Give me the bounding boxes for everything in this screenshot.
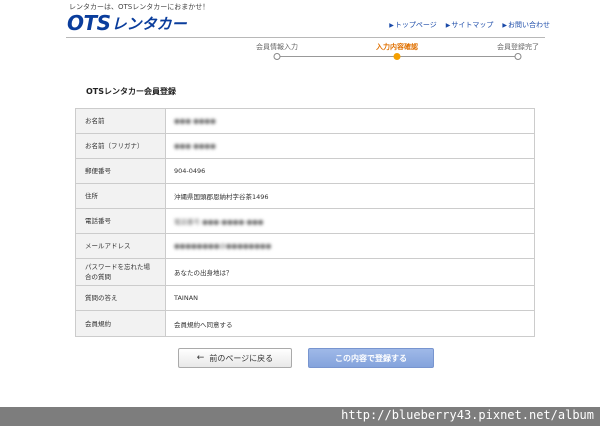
step-label-complete: 会員登録完了 xyxy=(497,43,539,51)
table-row-furigana: お名前（フリガナ） ●●● ●●●● xyxy=(76,134,534,159)
nav-link-top-page[interactable]: ▶ トップページ xyxy=(389,20,437,30)
nav-link-label: お問い合わせ xyxy=(508,21,550,29)
nav-link-label: サイトマップ xyxy=(451,21,494,29)
logo-ots-text: OTS xyxy=(67,11,111,35)
registration-confirm-table: お名前 ●●● ●●●● お名前（フリガナ） ●●● ●●●● 郵便番号 904… xyxy=(75,108,535,337)
back-button[interactable]: ← 前のページに戻る xyxy=(178,348,292,368)
row-value-redacted: ●●●●●●●●@●●●●●●●● xyxy=(174,242,272,250)
top-nav: ▶ トップページ ▶ サイトマップ ▶ お問い合わせ xyxy=(389,20,550,30)
row-label: パスワードを忘れた場合の質問 xyxy=(76,259,166,285)
page-title: OTSレンタカー会員登録 xyxy=(86,87,177,96)
row-value-redacted: 電話番号 ●●●-●●●●-●●● xyxy=(174,218,264,226)
table-row-security-answer: 質問の答え TAINAN xyxy=(76,286,534,311)
table-row-terms: 会員規約 会員規約へ同意する xyxy=(76,311,534,336)
row-value: 沖縄県国頭郡恩納村字谷茶1496 xyxy=(174,193,269,201)
step-dot-input xyxy=(273,53,281,60)
row-label: 住所 xyxy=(76,184,166,208)
row-label: メールアドレス xyxy=(76,234,166,258)
confirm-button-label: この内容で登録する xyxy=(335,353,407,363)
logo-rentacar-text: レンタカー xyxy=(111,15,187,33)
step-label-input: 会員情報入力 xyxy=(256,43,298,51)
step-dot-confirm xyxy=(393,53,401,60)
table-row-name: お名前 ●●● ●●●● xyxy=(76,109,534,134)
nav-link-label: トップページ xyxy=(394,21,437,29)
row-label: 質問の答え xyxy=(76,286,166,310)
row-label: 郵便番号 xyxy=(76,159,166,183)
nav-link-contact[interactable]: ▶ お問い合わせ xyxy=(502,20,550,30)
step-label-confirm: 入力内容確認 xyxy=(376,43,418,51)
back-button-label: 前のページに戻る xyxy=(209,353,274,363)
step-dot-complete xyxy=(514,53,522,60)
header-divider xyxy=(66,37,545,38)
row-value: 会員規約へ同意する xyxy=(174,320,233,329)
nav-link-sitemap[interactable]: ▶ サイトマップ xyxy=(446,20,494,30)
table-row-phone: 電話番号 電話番号 ●●●-●●●●-●●● xyxy=(76,209,534,234)
watermark-bar: http://blueberry43.pixnet.net/album xyxy=(0,407,600,426)
table-row-email: メールアドレス ●●●●●●●●@●●●●●●●● xyxy=(76,234,534,259)
arrow-right-icon: ▶ xyxy=(502,21,507,29)
watermark-url: http://blueberry43.pixnet.net/album xyxy=(341,408,594,422)
table-row-postal-code: 郵便番号 904-0496 xyxy=(76,159,534,184)
row-label: お名前 xyxy=(76,109,166,133)
confirm-register-button[interactable]: この内容で登録する xyxy=(308,348,434,368)
row-value: TAINAN xyxy=(174,294,199,302)
row-label: 会員規約 xyxy=(76,311,166,336)
arrow-left-icon: ← xyxy=(196,353,205,363)
table-row-security-question: パスワードを忘れた場合の質問 あなたの出身地は？ xyxy=(76,259,534,286)
row-label: 電話番号 xyxy=(76,209,166,233)
row-value-redacted: ●●● ●●●● xyxy=(174,117,216,125)
table-row-address: 住所 沖縄県国頭郡恩納村字谷茶1496 xyxy=(76,184,534,209)
row-value: 904-0496 xyxy=(174,167,206,175)
row-label: お名前（フリガナ） xyxy=(76,134,166,158)
arrow-right-icon: ▶ xyxy=(389,21,394,29)
arrow-right-icon: ▶ xyxy=(445,21,451,29)
progress-steps: 会員情報入力 入力内容確認 会員登録完了 xyxy=(245,40,555,66)
row-value: あなたの出身地は？ xyxy=(174,269,233,277)
ots-rentacar-logo[interactable]: OTS レンタカー xyxy=(67,10,187,34)
row-value-redacted: ●●● ●●●● xyxy=(174,142,216,150)
